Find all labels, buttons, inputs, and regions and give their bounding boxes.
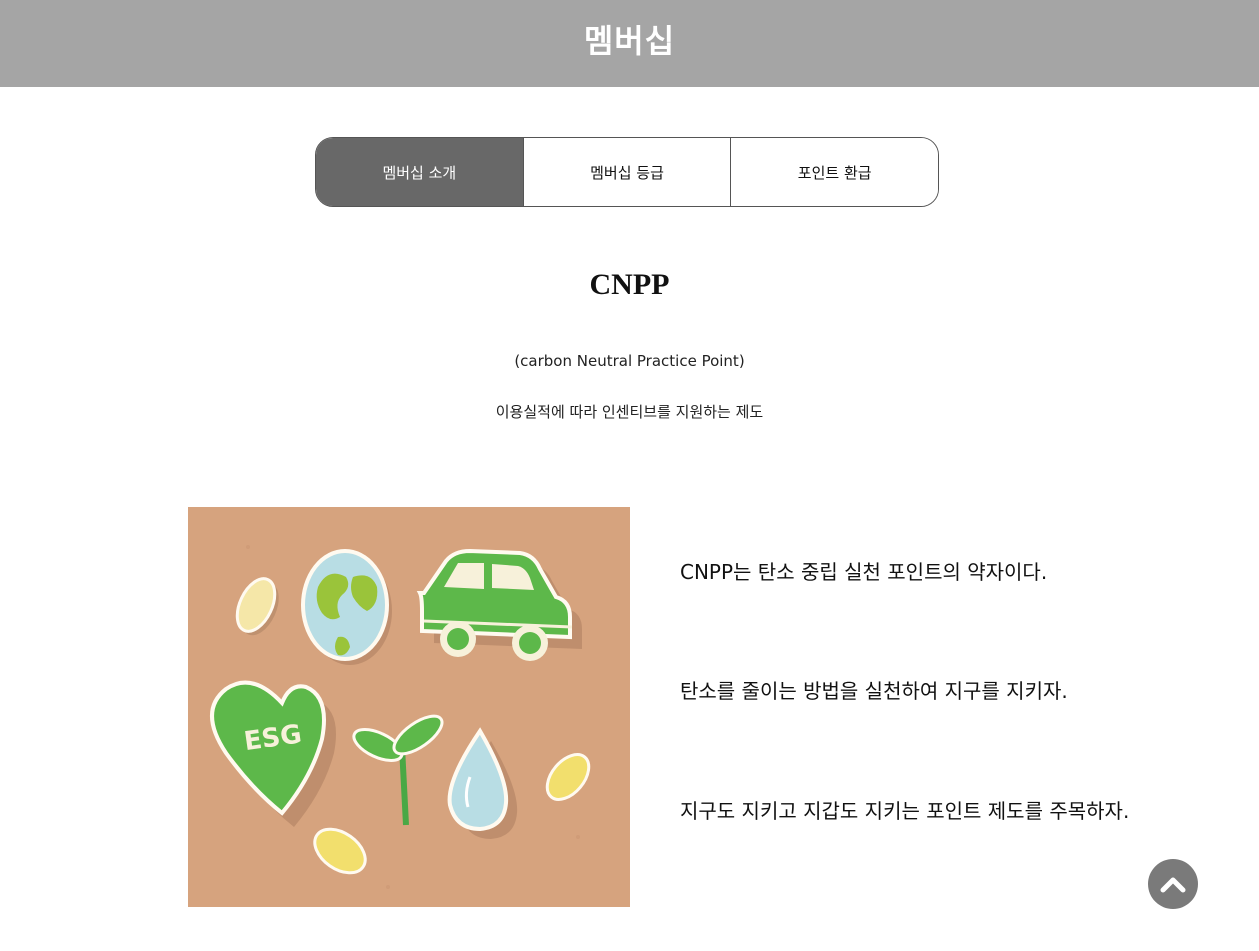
- tab-membership-intro[interactable]: 멤버십 소개: [316, 138, 523, 206]
- page-title: 멤버십: [583, 21, 676, 60]
- section-subtitle: (carbon Neutral Practice Point): [514, 352, 745, 370]
- content-line-3: 지구도 지키고 지갑도 지키는 포인트 제도를 주목하자.: [680, 799, 1130, 823]
- content-line-1: CNPP는 탄소 중립 실천 포인트의 약자이다.: [680, 560, 1048, 584]
- page-header: 멤버십: [0, 0, 1259, 87]
- chevron-up-icon: [1160, 877, 1186, 893]
- section-title: CNPP: [589, 268, 670, 301]
- eco-illustration-image: ESG: [188, 507, 630, 907]
- tab-membership-grade[interactable]: 멤버십 등급: [522, 138, 731, 206]
- content-line-2: 탄소를 줄이는 방법을 실천하여 지구를 지키자.: [680, 679, 1068, 703]
- membership-page: 멤버십 멤버십 소개 멤버십 등급 포인트 환급 CNPP (carbon Ne…: [0, 0, 1259, 951]
- membership-tabs: 멤버십 소개 멤버십 등급 포인트 환급: [315, 137, 939, 207]
- tab-point-refund[interactable]: 포인트 환급: [730, 138, 938, 206]
- scroll-to-top-button[interactable]: [1148, 859, 1198, 909]
- section-description: 이용실적에 따라 인센티브를 지원하는 제도: [495, 403, 764, 421]
